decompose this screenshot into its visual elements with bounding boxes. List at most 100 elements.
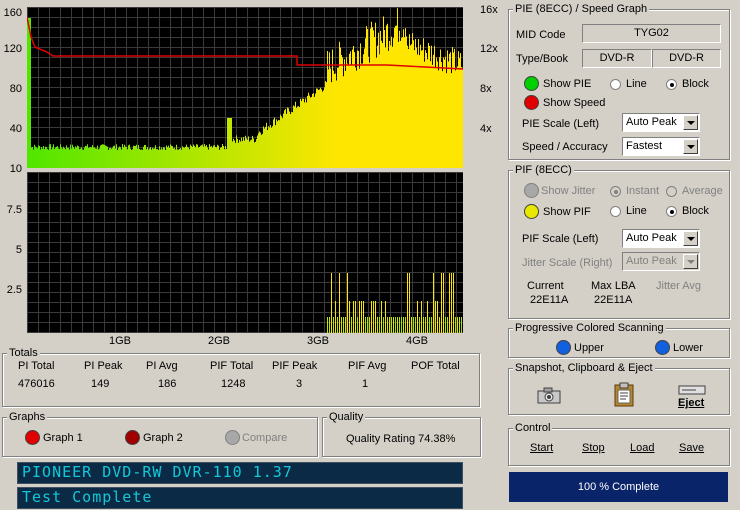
- totals-header: PI Total: [18, 360, 55, 372]
- show-pie-label: Show PIE: [543, 78, 592, 90]
- quality-title: Quality: [327, 411, 366, 423]
- radio-selected-icon: [666, 206, 677, 217]
- load-button[interactable]: Load: [630, 442, 654, 454]
- radio-icon: [610, 79, 621, 90]
- pie-indicator-icon: [524, 76, 539, 91]
- chevron-down-icon[interactable]: [683, 139, 698, 154]
- mid-code-label: MID Code: [516, 29, 566, 41]
- pie-axis-tick: 120: [3, 43, 22, 55]
- totals-value: 1248: [221, 378, 246, 390]
- pie-axis-tick: 160: [3, 7, 22, 19]
- mid-code-value: TYG02: [582, 24, 721, 43]
- chevron-down-icon[interactable]: [683, 115, 698, 130]
- pif-block-label: Block: [682, 205, 709, 217]
- totals-value: 476016: [18, 378, 55, 390]
- speed-accuracy-value: Fastest: [626, 140, 663, 152]
- radio-selected-icon: [666, 79, 677, 90]
- save-button[interactable]: Save: [679, 442, 704, 454]
- graph1-label: Graph 1: [43, 432, 83, 444]
- jitter-average-radio[interactable]: Average: [666, 185, 726, 199]
- pie-chart-canvas: [27, 7, 463, 168]
- book-value: DVD-R: [652, 49, 721, 68]
- pif-block-radio[interactable]: Block: [666, 205, 716, 219]
- upper-label: Upper: [574, 342, 604, 354]
- type-book-label: Type/Book: [516, 53, 568, 65]
- progress-bar: 100 % Complete: [509, 472, 728, 502]
- speed-indicator-icon: [524, 95, 539, 110]
- totals-value: 3: [296, 378, 303, 390]
- upper-toggle[interactable]: Upper: [556, 340, 616, 356]
- stop-button[interactable]: Stop: [582, 442, 605, 454]
- jitter-average-label: Average: [682, 185, 723, 197]
- pie-line-radio[interactable]: Line: [610, 78, 658, 92]
- snapshot-button[interactable]: [536, 384, 562, 406]
- chart-grid: [27, 172, 463, 333]
- drive-display: PIONEER DVD-RW DVR-110 1.37: [17, 462, 463, 484]
- lower-indicator-icon: [655, 340, 670, 355]
- graph1-toggle[interactable]: Graph 1: [25, 430, 95, 446]
- show-speed-label: Show Speed: [543, 97, 606, 109]
- jitter-avg-label: Jitter Avg: [656, 280, 702, 292]
- eject-button[interactable]: Eject: [676, 384, 708, 410]
- chevron-down-icon[interactable]: [683, 254, 698, 269]
- x-axis-tick: 2GB: [208, 335, 231, 347]
- chevron-down-icon[interactable]: [683, 231, 698, 246]
- pif-indicator-icon: [524, 204, 539, 219]
- pif-line-radio[interactable]: Line: [610, 205, 658, 219]
- totals-header: PIF Peak: [272, 360, 318, 372]
- speed-axis-tick: 16x: [480, 4, 498, 16]
- graph2-toggle[interactable]: Graph 2: [125, 430, 195, 446]
- pie-axis-tick: 10: [9, 163, 22, 175]
- compare-toggle[interactable]: Compare: [225, 430, 295, 446]
- clipboard-button[interactable]: [612, 381, 638, 407]
- jitter-instant-label: Instant: [626, 185, 660, 197]
- jitter-scale-value: Auto Peak: [626, 255, 677, 267]
- show-pif-toggle[interactable]: Show PIF: [524, 204, 604, 220]
- type-value: DVD-R: [582, 49, 652, 68]
- lower-toggle[interactable]: Lower: [655, 340, 715, 356]
- upper-indicator-icon: [556, 340, 571, 355]
- progress-text: 100 % Complete: [577, 481, 660, 493]
- x-axis-tick: 1GB: [109, 335, 132, 347]
- graph2-label: Graph 2: [143, 432, 183, 444]
- pif-line-label: Line: [626, 205, 647, 217]
- progress-track: 100 % Complete: [509, 472, 728, 502]
- progressive-title: Progressive Colored Scanning: [513, 322, 666, 334]
- max-lba-value: 22E11A: [594, 294, 633, 306]
- pif-scale-label: PIF Scale (Left): [522, 233, 599, 245]
- totals-value: 186: [158, 378, 177, 390]
- graph2-indicator-icon: [125, 430, 140, 445]
- quality-rating: Quality Rating 74.38%: [346, 433, 456, 445]
- totals-header: PI Avg: [146, 360, 178, 372]
- jitter-instant-radio[interactable]: Instant: [610, 185, 664, 199]
- totals-header: PIF Avg: [348, 360, 387, 372]
- show-pie-toggle[interactable]: Show PIE: [524, 76, 604, 92]
- pie-block-label: Block: [682, 78, 709, 90]
- totals-header: POF Total: [411, 360, 460, 372]
- pie-bars: [27, 8, 463, 168]
- pie-scale-select[interactable]: Auto Peak: [622, 113, 700, 132]
- snapshot-title: Snapshot, Clipboard & Eject: [513, 362, 655, 374]
- pie-axis-tick: 80: [9, 83, 22, 95]
- pif-scale-select[interactable]: Auto Peak: [622, 229, 700, 248]
- totals-title: Totals: [7, 347, 40, 359]
- pif-chart-canvas: [27, 172, 463, 333]
- lower-label: Lower: [673, 342, 703, 354]
- pie-scale-label: PIE Scale (Left): [522, 118, 600, 130]
- pie-block-radio[interactable]: Block: [666, 78, 716, 92]
- x-axis-tick: 4GB: [406, 335, 429, 347]
- pie-line-label: Line: [626, 78, 647, 90]
- pie-axis-tick: 40: [9, 123, 22, 135]
- totals-value: 1: [362, 378, 369, 390]
- pie-chart: [27, 7, 463, 168]
- show-jitter-toggle[interactable]: Show Jitter: [524, 183, 604, 199]
- speed-axis-tick: 8x: [480, 83, 492, 95]
- start-button[interactable]: Start: [530, 442, 553, 454]
- jitter-scale-select[interactable]: Auto Peak: [622, 252, 700, 271]
- show-speed-toggle[interactable]: Show Speed: [524, 95, 614, 111]
- totals-header: PI Peak: [84, 360, 123, 372]
- x-axis-tick: 3GB: [307, 335, 330, 347]
- radio-selected-icon: [610, 186, 621, 197]
- pif-title: PIF (8ECC): [513, 164, 574, 176]
- speed-accuracy-select[interactable]: Fastest: [622, 137, 700, 156]
